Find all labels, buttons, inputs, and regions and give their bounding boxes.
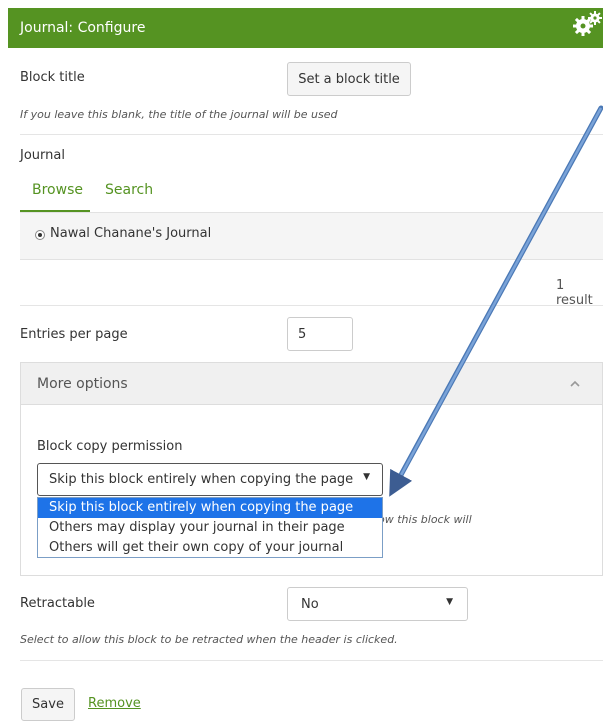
divider	[20, 660, 603, 661]
tab-search[interactable]: Search	[105, 182, 153, 198]
divider	[20, 134, 603, 135]
entries-per-page-input[interactable]: 5	[287, 317, 353, 351]
chevron-down-icon: ▼	[446, 597, 453, 607]
set-block-title-button[interactable]: Set a block title	[287, 62, 411, 96]
copy-permission-label: Block copy permission	[37, 439, 183, 454]
dropdown-option[interactable]: Others will get their own copy of your j…	[38, 538, 382, 558]
dropdown-option[interactable]: Skip this block entirely when copying th…	[38, 498, 382, 518]
retractable-value: No	[301, 596, 319, 612]
retractable-help: Select to allow this block to be retract…	[20, 633, 398, 646]
copy-permission-selected: Skip this block entirely when copying th…	[49, 472, 354, 487]
retractable-label: Retractable	[20, 596, 95, 611]
tab-browse[interactable]: Browse	[32, 182, 83, 198]
remove-link[interactable]: Remove	[88, 696, 141, 711]
chevron-up-icon[interactable]	[569, 379, 581, 389]
config-header: Journal: Configure	[8, 8, 603, 48]
dropdown-option[interactable]: Others may display your journal in their…	[38, 518, 382, 538]
block-title-help: If you leave this blank, the title of th…	[20, 108, 338, 121]
retractable-select[interactable]: No ▼	[287, 587, 468, 621]
more-options-title: More options	[37, 376, 128, 392]
config-title: Journal: Configure	[20, 20, 146, 36]
chevron-down-icon: ▼	[363, 472, 370, 482]
gears-icon[interactable]	[573, 8, 603, 40]
entries-label: Entries per page	[20, 327, 128, 342]
copy-permission-help: ow this block will	[378, 513, 472, 526]
block-title-label: Block title	[20, 70, 85, 85]
journal-option-label[interactable]: Nawal Chanane's Journal	[50, 226, 211, 241]
results-count: 1 result	[556, 278, 593, 308]
divider	[20, 305, 603, 306]
journal-radio[interactable]	[35, 230, 45, 240]
copy-permission-select[interactable]: Skip this block entirely when copying th…	[37, 463, 383, 496]
save-button[interactable]: Save	[21, 688, 75, 721]
more-options-header[interactable]: More options	[21, 363, 602, 405]
journal-label: Journal	[20, 148, 65, 163]
copy-permission-dropdown: Skip this block entirely when copying th…	[37, 497, 383, 558]
